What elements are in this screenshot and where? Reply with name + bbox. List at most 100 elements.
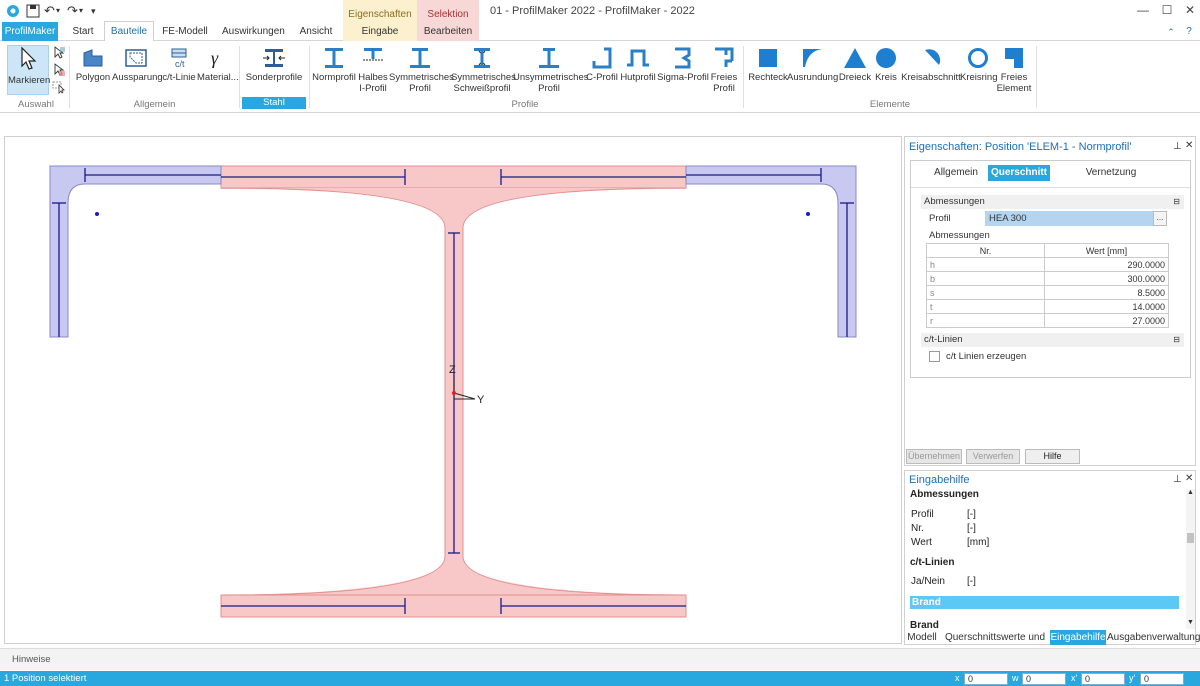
scroll-up-icon[interactable]: ▲ <box>1187 489 1194 496</box>
row-value[interactable]: 14.0000 <box>1044 299 1169 314</box>
hinweise-tab[interactable]: Hinweise <box>12 654 51 665</box>
svg-text:γ: γ <box>211 48 219 68</box>
tab-vernetzung[interactable]: Vernetzung <box>1079 165 1143 181</box>
hilfe-button[interactable]: Hilfe <box>1025 449 1080 464</box>
polygon-button[interactable]: Polygon <box>74 47 112 83</box>
coord-label: w <box>1012 673 1019 683</box>
coord-x-field[interactable]: 0 <box>964 673 1008 685</box>
symmetrisches-profil-button[interactable]: Symmetrisches Profil <box>389 47 454 94</box>
symmetrisches-schweissprofil-button[interactable]: Symmetrisches Schweißprofil <box>451 47 516 94</box>
tab-querschnittswerte[interactable]: Querschnittswerte und S... <box>941 630 1049 658</box>
ct-checkbox[interactable] <box>929 351 940 362</box>
section-ct-linien[interactable]: c/t-Linien ⊟ <box>921 333 1184 347</box>
customize-quickaccess-icon[interactable]: ▾ <box>91 3 107 19</box>
tab-bearbeiten[interactable]: Bearbeiten <box>417 22 479 41</box>
minimize-icon[interactable]: — <box>1136 4 1150 16</box>
help-key: Profil <box>911 509 934 520</box>
scroll-thumb[interactable] <box>1187 533 1194 543</box>
kreis-button[interactable]: Kreis <box>872 47 900 83</box>
tab-fe-modell[interactable]: FE-Modell <box>160 22 210 41</box>
select-window-icon[interactable] <box>52 46 66 60</box>
freies-profil-button[interactable]: Freies Profil <box>709 47 739 94</box>
row-value[interactable]: 27.0000 <box>1044 313 1169 328</box>
ribbon-separator <box>1036 46 1037 108</box>
coord-y2-field[interactable]: 0 <box>1140 673 1184 685</box>
sub-abmessungen-label: Abmessungen <box>929 230 990 241</box>
uebernehmen-button[interactable]: Übernehmen <box>906 449 962 464</box>
row-value[interactable]: 8.5000 <box>1044 285 1169 300</box>
ct-linie-button[interactable]: c/t c/t-Linie <box>161 47 197 83</box>
unsymmetrisches-profil-button[interactable]: Unsymmetrisches Profil <box>513 47 589 94</box>
table-row[interactable]: h 290.0000 <box>926 257 1169 272</box>
table-row[interactable]: r 27.0000 <box>926 313 1169 328</box>
drawing-canvas[interactable]: Z Y <box>4 136 902 644</box>
row-value[interactable]: 290.0000 <box>1044 257 1169 272</box>
hutprofil-button[interactable]: Hutprofil <box>619 47 657 83</box>
help-icon[interactable]: ? <box>1182 26 1196 38</box>
sonderprofile-button[interactable]: Sonderprofile <box>244 47 304 83</box>
rectangle-icon <box>759 49 777 67</box>
origin-point <box>452 391 456 395</box>
row-value[interactable]: 300.0000 <box>1044 271 1169 286</box>
collapse-icon[interactable]: ⊟ <box>1173 195 1180 209</box>
reference-point[interactable] <box>806 212 810 216</box>
ct-linie-label: c/t-Linie <box>162 72 196 83</box>
c-profil-button[interactable]: C-Profil <box>585 47 619 83</box>
coord-x2-field[interactable]: 0 <box>1081 673 1125 685</box>
aussparung-icon <box>125 49 147 67</box>
dreieck-button[interactable]: Dreieck <box>838 47 872 83</box>
tab-eingabehilfe[interactable]: Eingabehilfe <box>1050 630 1106 645</box>
tab-profilmaker[interactable]: ProfilMaker <box>2 22 58 41</box>
tab-modell[interactable]: Modell <box>905 630 939 645</box>
aussparung-button[interactable]: Aussparung <box>112 47 163 83</box>
circle-icon <box>876 48 896 68</box>
tab-querschnitt[interactable]: Querschnitt <box>988 165 1050 181</box>
help-brand-selected[interactable]: Brand <box>910 596 1179 609</box>
save-icon[interactable] <box>25 3 41 19</box>
material-button[interactable]: γ Material... <box>197 47 239 83</box>
section-abmessungen[interactable]: Abmessungen ⊟ <box>921 195 1184 209</box>
sigma-profil-button[interactable]: Sigma-Profil <box>657 47 709 83</box>
freies-element-label: Freies Element <box>996 72 1032 94</box>
browse-button[interactable]: ... <box>1153 211 1167 226</box>
table-row[interactable]: s 8.5000 <box>926 285 1169 300</box>
tab-start[interactable]: Start <box>68 22 98 41</box>
help-key: Ja/Nein <box>911 576 945 587</box>
tab-eingabe[interactable]: Eingabe <box>343 22 417 41</box>
rechteck-button[interactable]: Rechteck <box>748 47 788 83</box>
tab-ansicht[interactable]: Ansicht <box>296 22 336 41</box>
reference-point[interactable] <box>95 212 99 216</box>
ausrundung-button[interactable]: Ausrundung <box>787 47 838 83</box>
freies-element-button[interactable]: Freies Element <box>996 47 1032 94</box>
tab-ausgabenverwaltung[interactable]: Ausgabenverwaltung <box>1107 630 1200 645</box>
coord-w-field[interactable]: 0 <box>1022 673 1066 685</box>
help-panel: Eingabehilfe ⊥ ✕ Abmessungen Profil [-] … <box>904 470 1196 645</box>
select-deselect-icon[interactable] <box>52 80 66 94</box>
table-row[interactable]: t 14.0000 <box>926 299 1169 314</box>
pin-icon[interactable]: ⊥ <box>1173 141 1182 152</box>
tab-auswirkungen[interactable]: Auswirkungen <box>222 22 285 41</box>
help-heading: Abmessungen <box>910 489 979 500</box>
markieren-button[interactable]: Markieren <box>7 45 50 95</box>
profil-field[interactable]: HEA 300 <box>985 211 1153 226</box>
panel-close-icon[interactable]: ✕ <box>1185 473 1193 484</box>
maximize-icon[interactable]: ☐ <box>1160 4 1174 16</box>
scroll-down-icon[interactable]: ▼ <box>1187 619 1194 626</box>
ribbon-collapse-icon[interactable]: ⌃ <box>1164 26 1178 38</box>
group-label-profile: Profile <box>511 99 539 110</box>
sonderprofile-label: Sonderprofile <box>245 72 303 83</box>
kreisabschnitt-button[interactable]: Kreisabschnitt <box>901 47 961 83</box>
close-icon[interactable]: ✕ <box>1183 4 1197 16</box>
help-scrollbar[interactable]: ▲ ▼ <box>1186 489 1195 629</box>
kreisring-button[interactable]: Kreisring <box>960 47 998 83</box>
table-row[interactable]: b 300.0000 <box>926 271 1169 286</box>
collapse-icon[interactable]: ⊟ <box>1173 333 1180 347</box>
pin-icon[interactable]: ⊥ <box>1173 474 1182 485</box>
panel-close-icon[interactable]: ✕ <box>1185 140 1193 151</box>
normprofil-button[interactable]: Normprofil <box>311 47 357 83</box>
halbes-i-profil-button[interactable]: Halbes I-Profil <box>355 47 391 94</box>
select-polygon-icon[interactable] <box>52 63 66 77</box>
verwerfen-button[interactable]: Verwerfen <box>966 449 1020 464</box>
tab-allgemein[interactable]: Allgemein <box>925 165 987 181</box>
tab-bauteile[interactable]: Bauteile <box>104 21 154 42</box>
